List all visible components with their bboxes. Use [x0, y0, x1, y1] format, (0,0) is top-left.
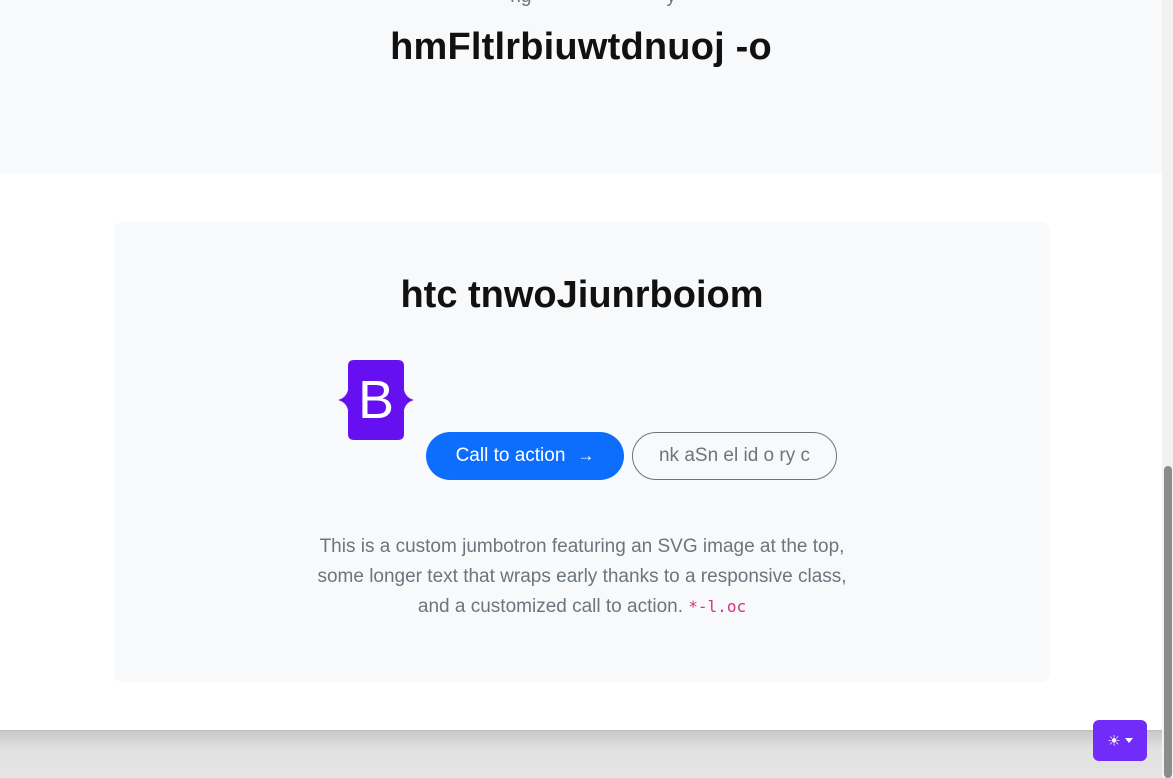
page: — — —ng—— — — — —y— — hmFltlrbiuwtdnuoj …	[0, 0, 1162, 778]
secondary-button-label: nk aSn el id o ry c	[658, 445, 811, 466]
lead-line-1: This is a custom jumbotron featuring an …	[319, 536, 845, 557]
theme-toggle-button[interactable]: ☀	[1093, 720, 1147, 761]
custom-jumbotron: htc tnwoJiunrboiom B Call to action → nk…	[114, 222, 1050, 682]
lead-line-2: some longer text that wraps early thanks…	[317, 566, 847, 587]
jumbotron-lead: This is a custom jumbotron featuring an …	[282, 532, 882, 622]
bootstrap-logo-icon: B	[338, 360, 414, 440]
scrollbar-thumb[interactable]	[1164, 466, 1172, 778]
arrow-right-icon: →	[577, 446, 595, 465]
vertical-scrollbar[interactable]	[1162, 0, 1173, 778]
secondary-button[interactable]: nk aSn el id o ry c	[632, 432, 837, 480]
sun-icon: ☀	[1107, 731, 1121, 750]
jumbotron-title: htc tnwoJiunrboiom	[400, 274, 764, 316]
next-section-edge	[0, 730, 1162, 778]
hero-title: hmFltlrbiuwtdnuoj -o	[390, 26, 772, 68]
hero-cut-text: — — —ng—— — — — —y— —	[0, 0, 1162, 8]
hero-section: — — —ng—— — — — —y— — hmFltlrbiuwtdnuoj …	[0, 0, 1162, 174]
logo-letter: B	[358, 370, 394, 430]
lead-code: *-l.oc	[688, 597, 747, 616]
call-to-action-label: Call to action	[455, 445, 566, 466]
chevron-down-icon	[1124, 738, 1133, 743]
call-to-action-button[interactable]: Call to action →	[426, 432, 624, 480]
lead-line-3: and a customized call to action.	[417, 596, 683, 617]
